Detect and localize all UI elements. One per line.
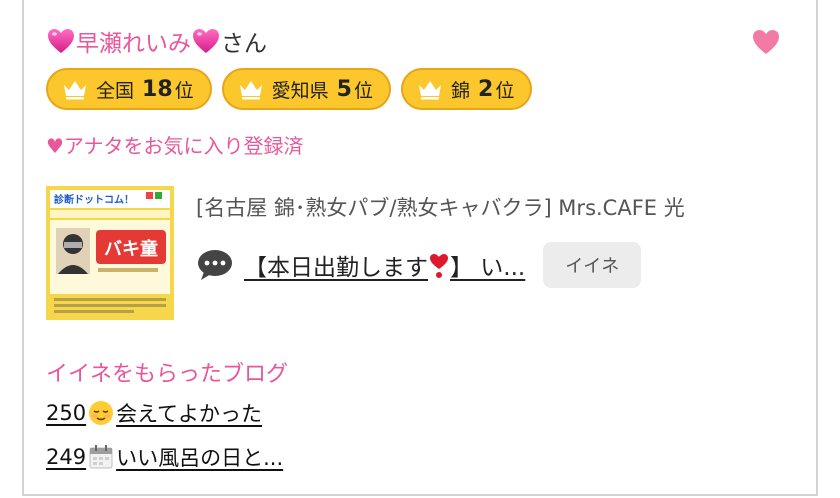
liked-blogs-heading: イイネをもらったブログ — [46, 362, 289, 387]
favorite-status: ♥アナタをお気に入り登録済 — [46, 134, 304, 158]
rank-label: 全国 — [96, 79, 135, 102]
shop-info: [名古屋 錦･熟女パブ/熟女キャバクラ] Mrs.CAFE 光 — [196, 196, 685, 220]
pink-heart-icon — [48, 29, 74, 53]
thumbnail-image: 診断ドットコム！ バキ童 — [46, 186, 174, 320]
liked-blog-item[interactable]: 250 会えてよかった — [46, 398, 262, 428]
rank-badge-national[interactable]: 全国 18 位 — [46, 68, 212, 110]
blog-like-count: 249 — [46, 445, 87, 469]
profile-name: 早瀬れいみ — [76, 31, 191, 57]
rank-label: 愛知県 — [271, 79, 329, 102]
name-suffix: さん — [221, 31, 267, 57]
post-title-prefix: 【本日出勤します — [244, 255, 428, 281]
liked-blog-item[interactable]: 249 いい風呂の日と... — [46, 442, 283, 472]
blog-like-count: 250 — [46, 401, 87, 425]
post-row: 【本日出勤します】 い... イイネ — [196, 240, 642, 290]
profile-name-row[interactable]: 早瀬れいみ さん — [46, 24, 267, 58]
pink-heart-icon — [193, 29, 219, 53]
speech-bubble-icon — [198, 250, 232, 280]
crown-icon — [64, 81, 86, 100]
rank-number: 18 — [142, 76, 173, 102]
rank-label: 錦 — [451, 79, 471, 102]
red-exclamation-heart-icon — [430, 254, 448, 278]
rank-number: 2 — [478, 76, 494, 102]
post-title-suffix: 】 い... — [450, 255, 526, 281]
rank-badge-prefecture[interactable]: 愛知県 5 位 — [221, 68, 391, 110]
like-button[interactable]: イイネ — [543, 242, 642, 288]
crown-icon — [239, 81, 262, 100]
thumbnail-badge-text: バキ童 — [104, 238, 158, 260]
profile-card: 早瀬れいみ さん 全国 18 位 愛知県 5 位 錦 2 位 ♥アナタをお気に入… — [22, 0, 818, 496]
post-thumbnail[interactable]: 診断ドットコム！ バキ童 — [46, 186, 174, 320]
rank-unit: 位 — [495, 79, 515, 102]
rank-badge-area[interactable]: 錦 2 位 — [401, 68, 533, 110]
thumbnail-site-name: 診断ドットコム！ — [54, 193, 134, 206]
rank-badges: 全国 18 位 愛知県 5 位 錦 2 位 — [46, 68, 533, 110]
rank-number: 5 — [336, 76, 352, 102]
crown-icon — [419, 81, 441, 100]
blog-title: 会えてよかった — [116, 402, 263, 426]
rank-unit: 位 — [174, 79, 194, 102]
favorite-heart-icon[interactable] — [752, 28, 780, 56]
relieved-face-icon — [89, 401, 114, 425]
calendar-icon — [89, 445, 113, 469]
post-title-link[interactable]: 【本日出勤します】 い... — [244, 248, 525, 282]
rank-unit: 位 — [353, 79, 373, 102]
blog-title: いい風呂の日と... — [116, 446, 284, 470]
